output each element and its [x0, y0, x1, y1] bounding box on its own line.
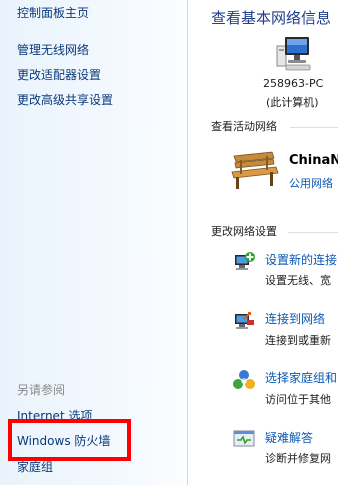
- troubleshoot-link[interactable]: 疑难解答: [265, 429, 313, 446]
- connect-to-network-icon: [235, 312, 254, 329]
- connect-to-network-desc: 连接到或重新: [265, 334, 331, 347]
- troubleshoot-icon: [233, 430, 255, 447]
- sidebar: 控制面板主页 管理无线网络 更改适配器设置 更改高级共享设置 另请参阅 Inte…: [0, 0, 187, 485]
- sidebar-divider: [187, 0, 188, 485]
- network-type-link[interactable]: 公用网络: [289, 175, 333, 191]
- computer-icon: [276, 37, 311, 71]
- section-divider: [288, 232, 338, 233]
- page-title: 查看基本网络信息: [211, 9, 332, 27]
- public-network-bench-icon: [231, 151, 279, 189]
- highlight-annotation-box: [8, 419, 131, 461]
- new-connection-icon: [235, 252, 255, 270]
- change-adapter-settings-link[interactable]: 更改适配器设置: [17, 66, 101, 83]
- change-advanced-sharing-link[interactable]: 更改高级共享设置: [17, 91, 113, 108]
- connect-to-network-link[interactable]: 连接到网络: [265, 310, 325, 327]
- computer-name: 258963-PC: [263, 77, 324, 90]
- active-networks-heading: 查看活动网络: [211, 120, 277, 133]
- network-name: ChinaNe: [289, 153, 338, 168]
- homegroup-icon: [233, 370, 255, 389]
- control-panel-home-link[interactable]: 控制面板主页: [17, 4, 89, 21]
- choose-homegroup-link[interactable]: 选择家庭组和: [265, 369, 337, 386]
- see-also-label: 另请参阅: [17, 383, 66, 397]
- choose-homegroup-desc: 访问位于其他: [265, 393, 331, 406]
- manage-wireless-networks-link[interactable]: 管理无线网络: [17, 41, 89, 58]
- change-network-settings-heading: 更改网络设置: [211, 225, 277, 238]
- section-divider: [290, 127, 338, 128]
- computer-label: (此计算机): [266, 96, 319, 109]
- setup-new-connection-link[interactable]: 设置新的连接: [265, 251, 337, 268]
- setup-new-connection-desc: 设置无线、宽: [265, 274, 331, 287]
- troubleshoot-desc: 诊断并修复网: [265, 452, 331, 465]
